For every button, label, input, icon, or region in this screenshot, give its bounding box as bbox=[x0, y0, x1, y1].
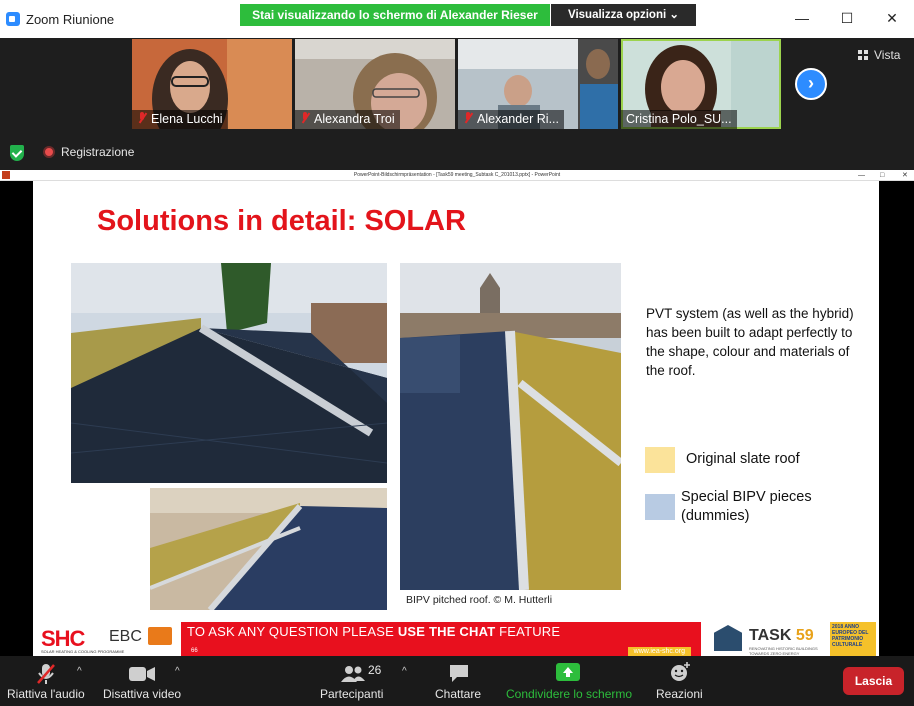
video-options-chevron-icon[interactable]: ^ bbox=[175, 666, 180, 677]
roof-photo-image bbox=[71, 263, 387, 483]
roof-photo-1 bbox=[71, 263, 387, 483]
video-tile[interactable]: Alexander Ri... bbox=[458, 39, 618, 129]
chat-banner-text: TO ASK ANY QUESTION PLEASE USE THE CHAT … bbox=[187, 624, 561, 639]
roof-photo-image bbox=[150, 488, 387, 610]
roof-photo-3 bbox=[400, 263, 621, 590]
eu-heritage-badge: 2018 ANNO EUROPEO DEL PATRIMONIO CULTURA… bbox=[830, 622, 876, 656]
chat-icon[interactable] bbox=[448, 663, 470, 683]
ebc-icon bbox=[148, 627, 172, 645]
ebc-logo: EBC bbox=[109, 628, 142, 645]
leave-meeting-button[interactable]: Lascia bbox=[843, 667, 904, 695]
audio-options-chevron-icon[interactable]: ^ bbox=[77, 666, 82, 677]
window-title: Zoom Riunione bbox=[26, 12, 115, 27]
chat-banner: TO ASK ANY QUESTION PLEASE USE THE CHAT … bbox=[181, 622, 701, 656]
chat-button[interactable]: Chattare bbox=[435, 687, 481, 701]
roof-photo-2 bbox=[150, 488, 387, 610]
view-options-button[interactable]: Visualizza opzioni ⌄ bbox=[551, 4, 696, 26]
shc-subtitle: SOLAR HEATING & COOLING PROGRAMME bbox=[41, 649, 125, 654]
task-subtitle: RENOVATING HISTORIC BUILDINGS TOWARDS ZE… bbox=[749, 646, 818, 656]
reactions-icon[interactable] bbox=[669, 661, 691, 683]
legend-label-slate: Original slate roof bbox=[686, 451, 800, 467]
maximize-button[interactable]: ☐ bbox=[837, 8, 857, 28]
roof-photo-image bbox=[400, 263, 621, 590]
audio-button[interactable]: Riattiva l'audio bbox=[7, 687, 85, 701]
mic-muted-icon[interactable] bbox=[36, 663, 56, 685]
participants-options-chevron-icon[interactable]: ^ bbox=[402, 666, 407, 677]
shared-minimize: — bbox=[858, 172, 865, 179]
grid-icon bbox=[858, 50, 868, 60]
reactions-button[interactable]: Reazioni bbox=[656, 687, 703, 701]
task-building-icon bbox=[714, 625, 742, 651]
slide-description: PVT system (as well as the hybrid) has b… bbox=[646, 306, 854, 378]
video-tile-active-speaker[interactable]: Cristina Polo_SU... bbox=[621, 39, 781, 129]
share-screen-button[interactable]: Condividere lo schermo bbox=[506, 687, 632, 701]
mic-muted-icon bbox=[300, 112, 310, 124]
participant-name: Alexander Ri... bbox=[458, 110, 564, 129]
shared-window-title: PowerPoint-Bildschirmpräsentation - [Tas… bbox=[353, 172, 561, 178]
close-button[interactable]: ✕ bbox=[882, 8, 902, 28]
video-tile[interactable]: Elena Lucchi bbox=[132, 39, 292, 129]
task-logo: TASK 59 bbox=[749, 627, 814, 644]
view-button[interactable]: Vista bbox=[858, 48, 900, 62]
photo-caption: BIPV pitched roof. © M. Hutterli bbox=[406, 594, 553, 606]
next-page-button[interactable]: › bbox=[795, 68, 827, 100]
iea-url: www.iea-shc.org bbox=[627, 647, 691, 656]
minimize-button[interactable]: — bbox=[792, 8, 812, 28]
video-tile[interactable]: Alexandra Troi bbox=[295, 39, 455, 129]
security-shield-icon[interactable] bbox=[10, 145, 24, 161]
participants-count: 26 bbox=[368, 663, 382, 677]
participants-icon[interactable] bbox=[340, 665, 366, 683]
participants-button[interactable]: Partecipanti bbox=[320, 687, 383, 701]
shared-maximize: □ bbox=[880, 172, 885, 179]
video-button[interactable]: Disattiva video bbox=[103, 687, 181, 701]
legend-swatch-bipv bbox=[645, 494, 675, 520]
slide-number: 66 bbox=[191, 648, 198, 654]
shared-window-titlebar: PowerPoint-Bildschirmpräsentation - [Tas… bbox=[0, 170, 914, 181]
legend-swatch-slate bbox=[645, 447, 675, 473]
participant-name: Alexandra Troi bbox=[295, 110, 400, 129]
video-camera-icon[interactable] bbox=[129, 666, 155, 682]
zoom-logo-icon bbox=[6, 12, 20, 26]
recording-label[interactable]: Registrazione bbox=[61, 145, 134, 159]
title-bar: Zoom Riunione Stai visualizzando lo sche… bbox=[0, 0, 914, 38]
meeting-toolbar: ^ Riattiva l'audio ^ Disattiva video 26 … bbox=[0, 656, 914, 706]
shared-close: ✕ bbox=[902, 172, 908, 179]
recording-icon bbox=[43, 146, 55, 158]
participant-name: Cristina Polo_SU... bbox=[621, 110, 737, 129]
sharing-banner: Stai visualizzando lo schermo di Alexand… bbox=[240, 4, 550, 26]
video-strip: Elena Lucchi Alexandra Troi Alexander Ri… bbox=[0, 38, 914, 170]
participant-name: Elena Lucchi bbox=[132, 110, 228, 129]
mic-muted-icon bbox=[137, 112, 147, 124]
mic-muted-icon bbox=[463, 112, 473, 124]
legend-label-bipv: Special BIPV pieces (dummies) bbox=[681, 489, 812, 524]
slide-title: Solutions in detail: SOLAR bbox=[97, 205, 466, 237]
presentation-slide: Solutions in detail: SOLAR BIPV pitched … bbox=[33, 181, 879, 656]
share-screen-icon[interactable] bbox=[556, 663, 580, 683]
